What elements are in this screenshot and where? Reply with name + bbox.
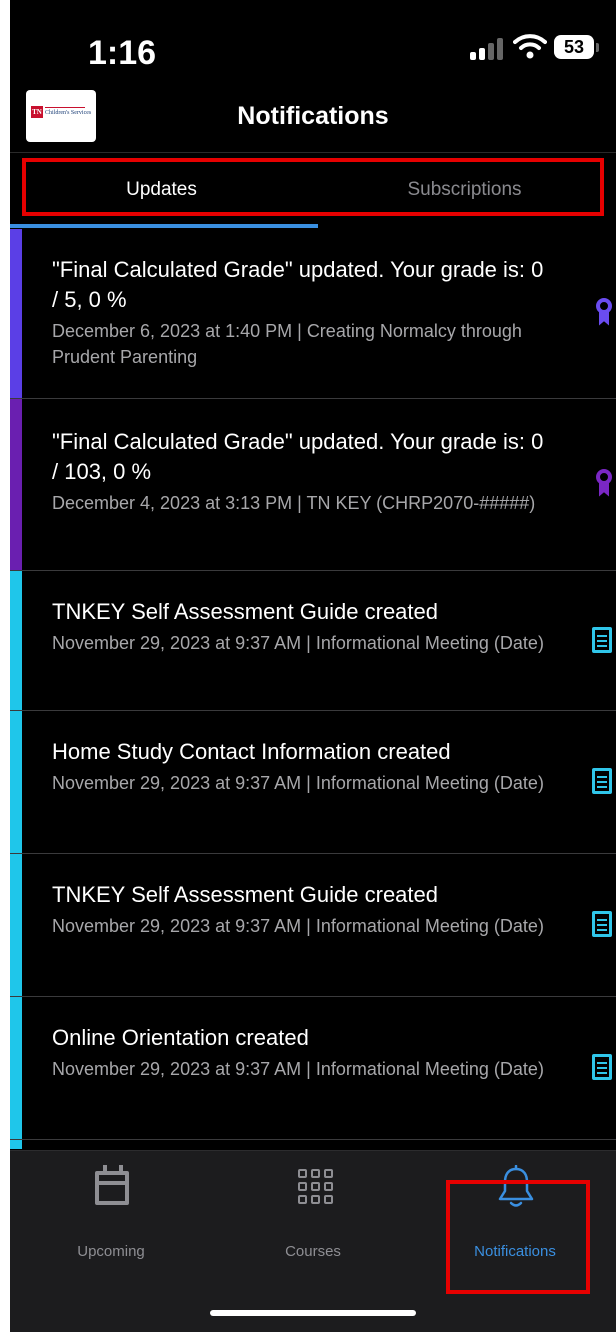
notification-item[interactable]: Home Study Contact Information created No… xyxy=(10,711,616,854)
notification-color-bar xyxy=(10,854,22,996)
active-tab-indicator xyxy=(10,224,318,228)
notification-item[interactable]: Online Orientation created November 29, 2… xyxy=(10,997,616,1140)
tab-bar-courses[interactable]: Courses xyxy=(212,1151,414,1271)
notification-item[interactable]: "Final Calculated Grade" updated. Your g… xyxy=(10,399,616,571)
document-icon xyxy=(592,768,614,796)
ribbon-icon xyxy=(592,468,616,501)
notification-content: Online Orientation created November 29, 2… xyxy=(10,997,616,1082)
notification-meta: November 29, 2023 at 9:37 AM | Informati… xyxy=(52,916,544,936)
status-bar: 1:16 53 xyxy=(10,0,616,90)
notification-color-bar xyxy=(10,399,22,570)
notification-content: "Final Calculated Grade" updated. Your g… xyxy=(10,229,616,370)
wifi-icon xyxy=(513,34,547,59)
notification-meta: November 29, 2023 at 9:37 AM | Informati… xyxy=(52,633,544,653)
notification-title: "Final Calculated Grade" updated. Your g… xyxy=(52,257,544,312)
tab-bar-upcoming[interactable]: Upcoming xyxy=(10,1151,212,1271)
cellular-signal-icon xyxy=(470,36,504,60)
battery-icon: 53 xyxy=(554,35,594,59)
calendar-icon xyxy=(95,1165,129,1205)
ribbon-icon xyxy=(592,297,616,330)
notification-item[interactable]: TN KEY WebEx Information createdNovember… xyxy=(10,1140,616,1149)
notification-color-bar xyxy=(10,1140,22,1149)
notification-content: TN KEY WebEx Information createdNovember… xyxy=(10,1140,616,1149)
grid-icon xyxy=(298,1169,334,1205)
notification-title: "Final Calculated Grade" updated. Your g… xyxy=(52,429,544,484)
notification-content: "Final Calculated Grade" updated. Your g… xyxy=(10,399,616,516)
notification-meta: December 6, 2023 at 1:40 PM | Creating N… xyxy=(52,321,522,367)
annotation-highlight-notifications xyxy=(446,1180,590,1294)
document-icon xyxy=(592,911,614,939)
notification-item[interactable]: TNKEY Self Assessment Guide created Novem… xyxy=(10,571,616,711)
notification-item[interactable]: "Final Calculated Grade" updated. Your g… xyxy=(10,229,616,399)
notification-color-bar xyxy=(10,229,22,398)
document-icon xyxy=(592,626,614,655)
tab-bar-label: Upcoming xyxy=(77,1243,145,1260)
notification-item[interactable]: TNKEY Self Assessment Guide created Novem… xyxy=(10,854,616,997)
notification-title: Home Study Contact Information created xyxy=(52,739,451,764)
notification-title: Online Orientation created xyxy=(52,1025,309,1050)
notification-content: TNKEY Self Assessment Guide created Novem… xyxy=(10,571,616,656)
notification-color-bar xyxy=(10,711,22,853)
notification-meta: December 4, 2023 at 3:13 PM | TN KEY (CH… xyxy=(52,493,536,513)
notification-color-bar xyxy=(10,571,22,710)
home-indicator[interactable] xyxy=(210,1310,416,1316)
tab-bar-label: Courses xyxy=(285,1243,341,1260)
annotation-highlight-tabs xyxy=(22,158,604,216)
notification-title: TNKEY Self Assessment Guide created xyxy=(52,882,438,907)
notification-content: Home Study Contact Information created No… xyxy=(10,711,616,796)
battery-tip xyxy=(596,43,599,52)
nav-header: TN Children's Services Notifications xyxy=(10,88,616,152)
status-time: 1:16 xyxy=(88,34,157,72)
notification-content: TNKEY Self Assessment Guide created Novem… xyxy=(10,854,616,939)
page-title: Notifications xyxy=(237,102,389,130)
notification-title: TNKEY Self Assessment Guide created xyxy=(52,599,438,624)
notification-meta: November 29, 2023 at 9:37 AM | Informati… xyxy=(52,1059,544,1079)
notification-list[interactable]: "Final Calculated Grade" updated. Your g… xyxy=(10,229,616,1149)
notification-meta: November 29, 2023 at 9:37 AM | Informati… xyxy=(52,773,544,793)
notification-color-bar xyxy=(10,997,22,1139)
document-icon xyxy=(592,1054,614,1082)
